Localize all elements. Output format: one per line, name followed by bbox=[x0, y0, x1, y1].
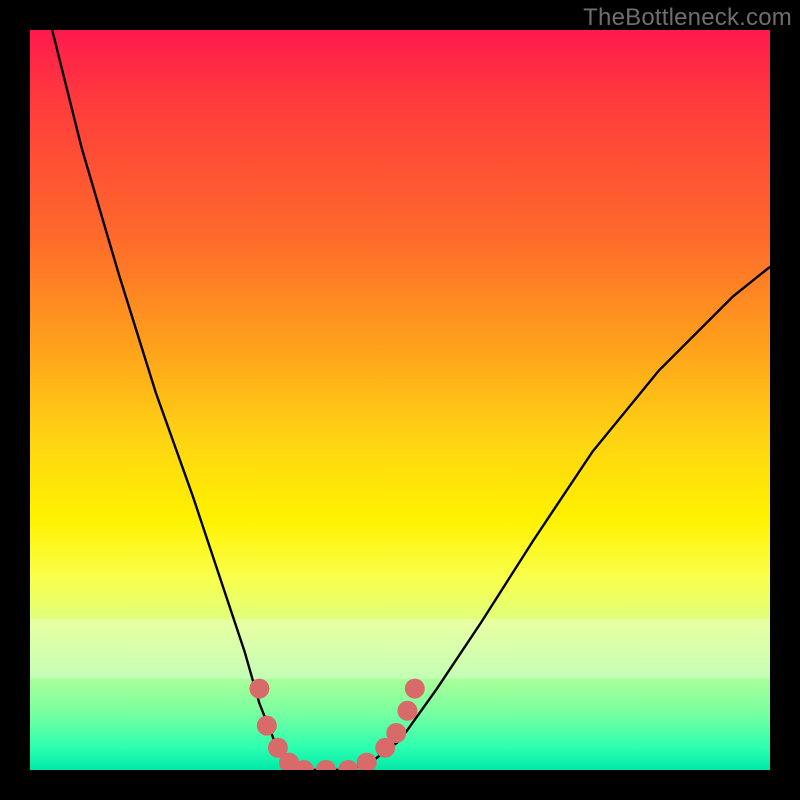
chart-svg bbox=[30, 30, 770, 770]
marker-dot bbox=[257, 716, 277, 736]
marker-dot bbox=[375, 738, 395, 758]
marker-dot bbox=[279, 753, 299, 770]
bottleneck-curve bbox=[52, 30, 770, 770]
highlight-band bbox=[30, 619, 770, 679]
marker-dot bbox=[316, 760, 336, 770]
marker-dot bbox=[397, 701, 417, 721]
marker-dot bbox=[294, 760, 314, 770]
marker-dot bbox=[386, 723, 406, 743]
marker-dot bbox=[338, 760, 358, 770]
chart-frame: TheBottleneck.com bbox=[0, 0, 800, 800]
plot-area bbox=[30, 30, 770, 770]
marker-dot bbox=[357, 753, 377, 770]
marker-dot bbox=[249, 679, 269, 699]
marker-dot bbox=[405, 679, 425, 699]
watermark-label: TheBottleneck.com bbox=[583, 4, 792, 32]
marker-dot bbox=[268, 738, 288, 758]
marker-dots bbox=[249, 679, 424, 770]
